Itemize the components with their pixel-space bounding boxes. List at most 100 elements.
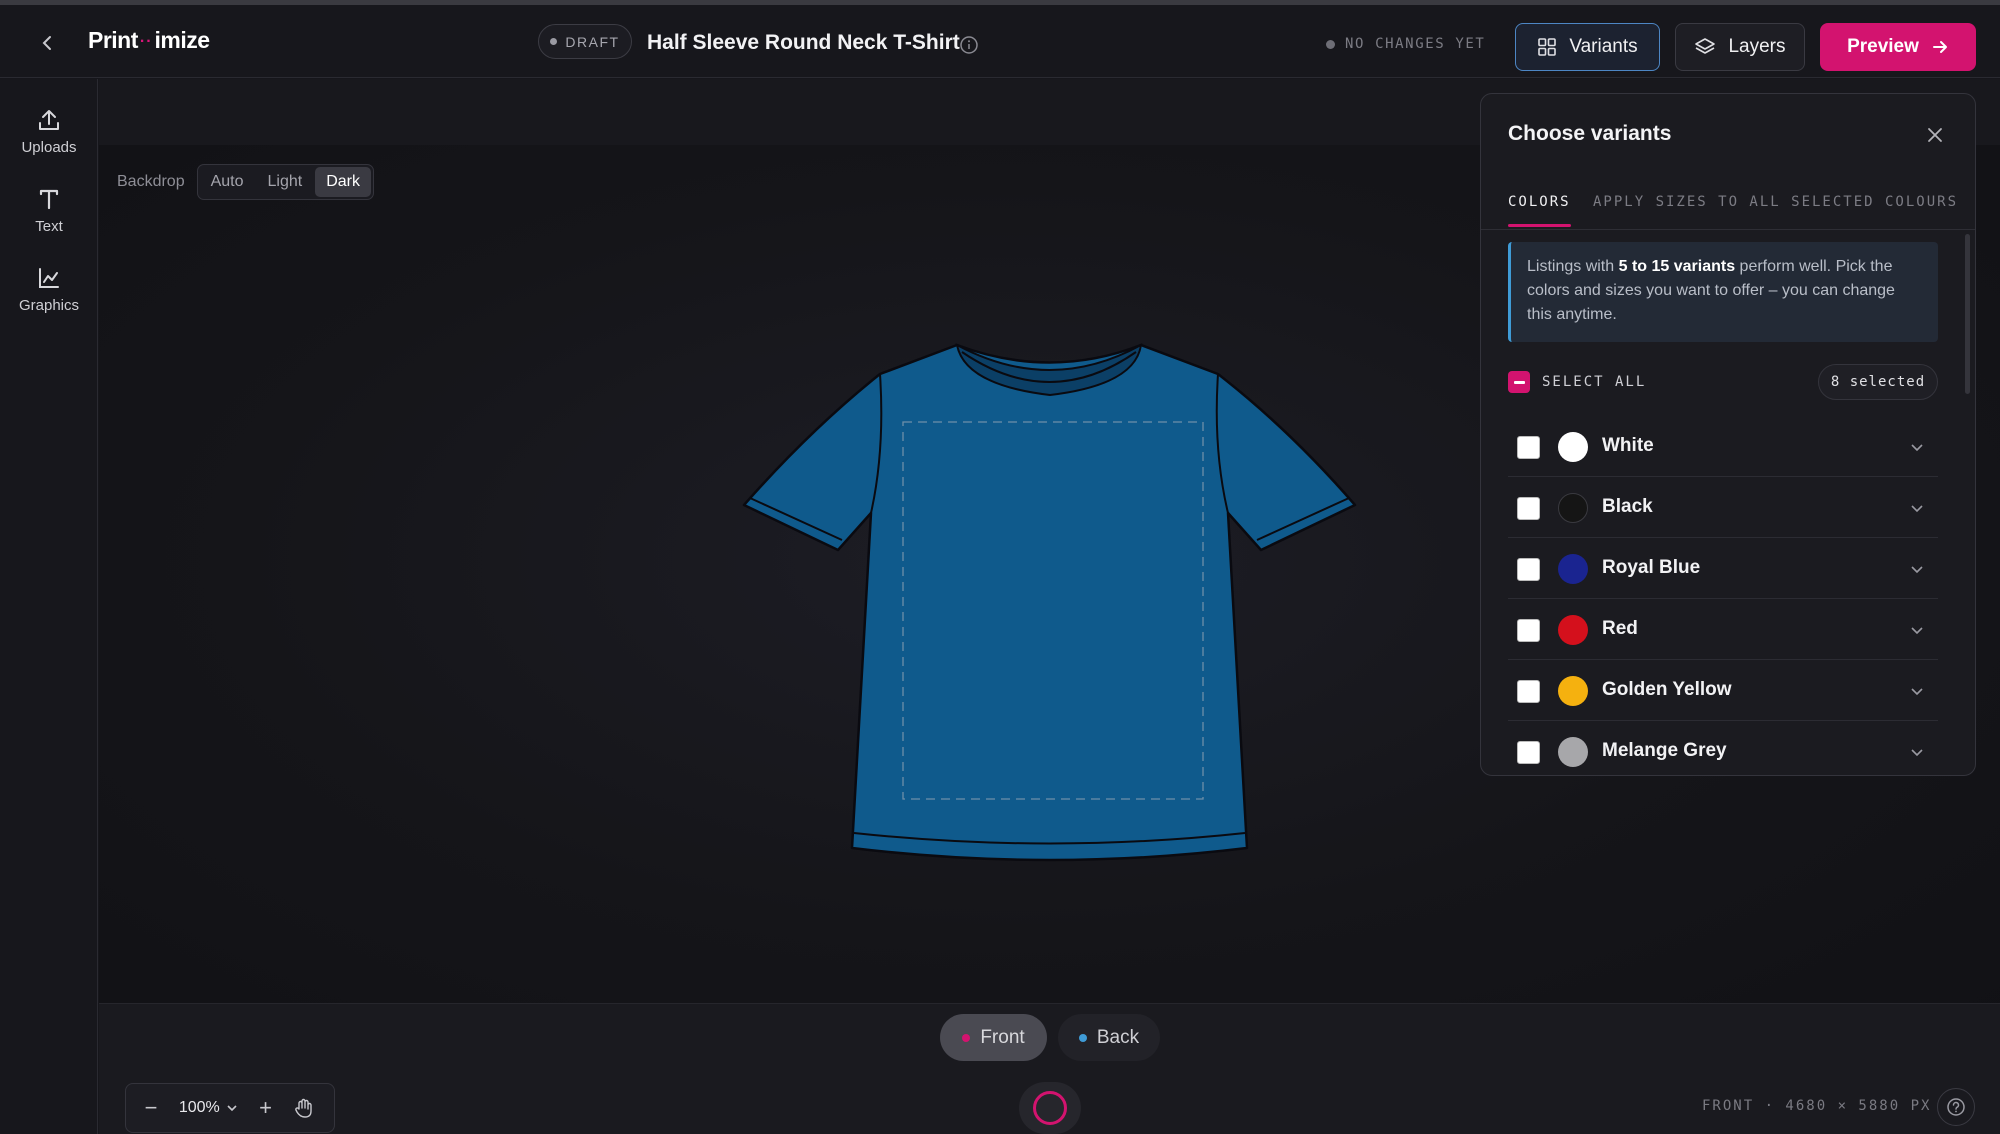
draft-badge: DRAFT bbox=[538, 24, 632, 59]
canvas-dimensions: FRONT · 4680 × 5880 PX bbox=[1702, 1098, 1932, 1114]
panel-scrollbar[interactable] bbox=[1965, 234, 1970, 394]
text-icon bbox=[39, 189, 59, 210]
chevron-down-icon[interactable] bbox=[1908, 621, 1926, 639]
ring-circle bbox=[1033, 1091, 1067, 1125]
tshirt-body bbox=[742, 343, 1357, 862]
graphics-label: Graphics bbox=[18, 297, 80, 314]
uploads-tool[interactable]: Uploads bbox=[0, 107, 98, 156]
upload-icon bbox=[39, 110, 59, 130]
status-dot bbox=[1326, 39, 1335, 49]
color-name: Melange Grey bbox=[1602, 740, 1727, 761]
zoom-control: − 100% + bbox=[125, 1083, 335, 1133]
top-bar: Print ··imize DRAFT Half Sleeve Round Nec… bbox=[0, 5, 2000, 78]
save-status: NO CHANGES YET bbox=[1326, 36, 1485, 52]
chevron-down-icon[interactable] bbox=[1908, 438, 1926, 456]
close-icon bbox=[1928, 128, 1942, 142]
color-checkbox[interactable] bbox=[1517, 436, 1540, 459]
chevron-down-icon[interactable] bbox=[1908, 560, 1926, 578]
variants-info-note: Listings with 5 to 15 variants perform w… bbox=[1508, 242, 1938, 342]
select-all-row: SELECT ALL 8 selected bbox=[1508, 364, 1938, 400]
tab-colors[interactable]: COLORS bbox=[1508, 194, 1571, 227]
text-label: Text bbox=[35, 218, 63, 235]
zoom-out-button[interactable]: − bbox=[145, 1095, 158, 1121]
color-swatch bbox=[1558, 432, 1588, 462]
chevron-down-icon[interactable] bbox=[1908, 743, 1926, 761]
select-all-label: SELECT ALL bbox=[1542, 374, 1647, 390]
question-icon bbox=[1947, 1098, 1965, 1116]
front-view-button[interactable]: Front bbox=[940, 1014, 1047, 1061]
backdrop-light[interactable]: Light bbox=[257, 167, 314, 197]
front-label: Front bbox=[980, 1026, 1025, 1048]
help-button[interactable] bbox=[1937, 1088, 1975, 1126]
chevron-left-icon bbox=[42, 36, 51, 50]
status-text: NO CHANGES YET bbox=[1345, 36, 1486, 52]
hand-icon[interactable] bbox=[293, 1097, 315, 1119]
color-row-red[interactable]: Red bbox=[1508, 599, 1938, 660]
variants-button[interactable]: Variants bbox=[1515, 23, 1660, 71]
color-row-white[interactable]: White bbox=[1508, 416, 1938, 477]
layers-label: Layers bbox=[1728, 36, 1786, 57]
back-dot bbox=[1078, 1033, 1087, 1042]
preview-button[interactable]: Preview bbox=[1820, 23, 1976, 71]
logo-text-right: imize bbox=[154, 27, 211, 53]
choose-variants-panel: Choose variants COLORS APPLY SIZES TO AL… bbox=[1480, 93, 1976, 776]
chevron-down-icon[interactable] bbox=[1908, 682, 1926, 700]
info-icon[interactable] bbox=[959, 35, 979, 55]
color-row-royal-blue[interactable]: Royal Blue bbox=[1508, 538, 1938, 599]
select-all-checkbox[interactable] bbox=[1508, 371, 1530, 393]
backdrop-dark[interactable]: Dark bbox=[315, 167, 371, 197]
info-bold: 5 to 15 variants bbox=[1618, 258, 1736, 275]
variants-tabs: COLORS APPLY SIZES TO ALL SELECTED COLOU… bbox=[1481, 176, 1975, 230]
product-title: Half Sleeve Round Neck T-Shirt bbox=[647, 31, 960, 54]
color-row-melange-grey[interactable]: Melange Grey bbox=[1508, 721, 1938, 775]
logo-text-left: Print bbox=[88, 27, 138, 53]
color-name: Golden Yellow bbox=[1602, 679, 1732, 700]
chevron-down-icon[interactable] bbox=[1908, 499, 1926, 517]
logo-dots: ·· bbox=[139, 33, 153, 50]
back-button[interactable] bbox=[34, 29, 62, 57]
zoom-in-button[interactable]: + bbox=[259, 1095, 272, 1121]
color-checkbox[interactable] bbox=[1517, 619, 1540, 642]
color-swatch bbox=[1558, 493, 1588, 523]
tab-apply-sizes[interactable]: APPLY SIZES TO ALL SELECTED COLOURS bbox=[1593, 194, 1958, 210]
color-checkbox[interactable] bbox=[1517, 558, 1540, 581]
zoom-level-select[interactable]: 100% bbox=[179, 1099, 238, 1117]
color-checkbox[interactable] bbox=[1517, 741, 1540, 764]
color-checkbox[interactable] bbox=[1517, 497, 1540, 520]
backdrop-auto[interactable]: Auto bbox=[200, 167, 255, 197]
uploads-label: Uploads bbox=[21, 139, 77, 156]
layers-button[interactable]: Layers bbox=[1675, 23, 1805, 71]
indeterminate-mark bbox=[1513, 380, 1525, 384]
grid-icon bbox=[1538, 38, 1557, 56]
color-list: White Black Royal Blue Red Golden Yellow bbox=[1508, 416, 1938, 775]
color-name: Red bbox=[1602, 618, 1638, 639]
tshirt-mockup[interactable] bbox=[740, 340, 1360, 880]
preview-label: Preview bbox=[1847, 36, 1919, 57]
color-name: White bbox=[1602, 435, 1654, 456]
selected-count-badge: 8 selected bbox=[1818, 364, 1938, 400]
app-logo[interactable]: Print ··imize bbox=[88, 27, 210, 54]
graphics-tool[interactable]: Graphics bbox=[0, 265, 98, 314]
zoom-value: 100% bbox=[178, 1099, 220, 1116]
arrow-right-icon bbox=[1932, 41, 1947, 53]
color-swatch bbox=[1558, 554, 1588, 584]
backdrop-label: Backdrop bbox=[117, 173, 185, 190]
color-row-black[interactable]: Black bbox=[1508, 477, 1938, 538]
text-tool[interactable]: Text bbox=[0, 186, 98, 235]
color-ring-button[interactable] bbox=[1019, 1082, 1081, 1134]
chevron-down-icon bbox=[227, 1105, 237, 1112]
chart-icon bbox=[39, 268, 59, 288]
info-prefix: Listings with bbox=[1527, 258, 1619, 275]
back-view-button[interactable]: Back bbox=[1058, 1014, 1160, 1061]
color-checkbox[interactable] bbox=[1517, 680, 1540, 703]
color-name: Royal Blue bbox=[1602, 557, 1701, 578]
color-swatch bbox=[1558, 737, 1588, 767]
color-row-golden-yellow[interactable]: Golden Yellow bbox=[1508, 660, 1938, 721]
close-panel-button[interactable] bbox=[1921, 121, 1949, 149]
color-name: Black bbox=[1602, 496, 1653, 517]
draft-label: DRAFT bbox=[565, 33, 620, 50]
front-dot bbox=[962, 1033, 971, 1042]
panel-title: Choose variants bbox=[1508, 122, 1672, 145]
left-toolbar: Uploads Text Graphics bbox=[0, 79, 98, 1134]
backdrop-segmented: Auto Light Dark bbox=[196, 164, 374, 200]
